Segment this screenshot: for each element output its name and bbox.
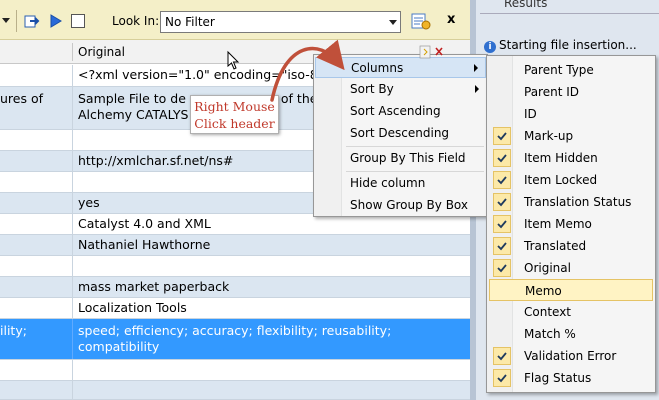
mouse-cursor-icon [227,50,240,70]
annotation-overlay [227,39,443,102]
header-toolbar-icons [419,45,443,59]
annotation-arrow [270,39,345,102]
